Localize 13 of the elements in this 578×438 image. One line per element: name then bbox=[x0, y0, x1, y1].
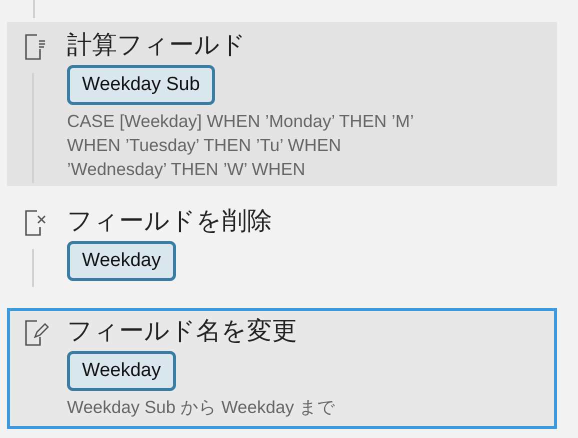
step-title: フィールド名を変更 bbox=[67, 315, 297, 347]
step-description: CASE [Weekday] WHEN ’Monday’ THEN ’M’ WHEN ’Tuesday’ THEN ’Tu’ WHEN ’Wednesday’ THEN ’W’ WHEN bbox=[67, 110, 414, 181]
step-title: 計算フィールド bbox=[67, 29, 246, 61]
step-title: フィールドを削除 bbox=[67, 205, 272, 237]
field-pill[interactable]: Weekday bbox=[67, 241, 176, 281]
step-panel[interactable]: フィールドを削除 Weekday bbox=[7, 198, 557, 290]
field-pill[interactable]: Weekday Sub bbox=[67, 65, 215, 105]
step-panel[interactable]: フィールド名を変更 Weekday Weekday Sub から Weekday まで bbox=[7, 308, 557, 429]
field-pill[interactable]: Weekday bbox=[67, 351, 176, 391]
document-x-icon bbox=[22, 209, 48, 237]
step-panel[interactable]: 計算フィールド Weekday Sub CASE [Weekday] WHEN ’Monday’ THEN ’M’ WHEN ’Tuesday’ THEN ’Tu’ WHEN ’Wednesday’ THEN ’W’ WHEN bbox=[7, 22, 557, 186]
step-description: Weekday Sub から Weekday まで bbox=[67, 396, 336, 419]
document-pencil-icon bbox=[22, 319, 48, 347]
